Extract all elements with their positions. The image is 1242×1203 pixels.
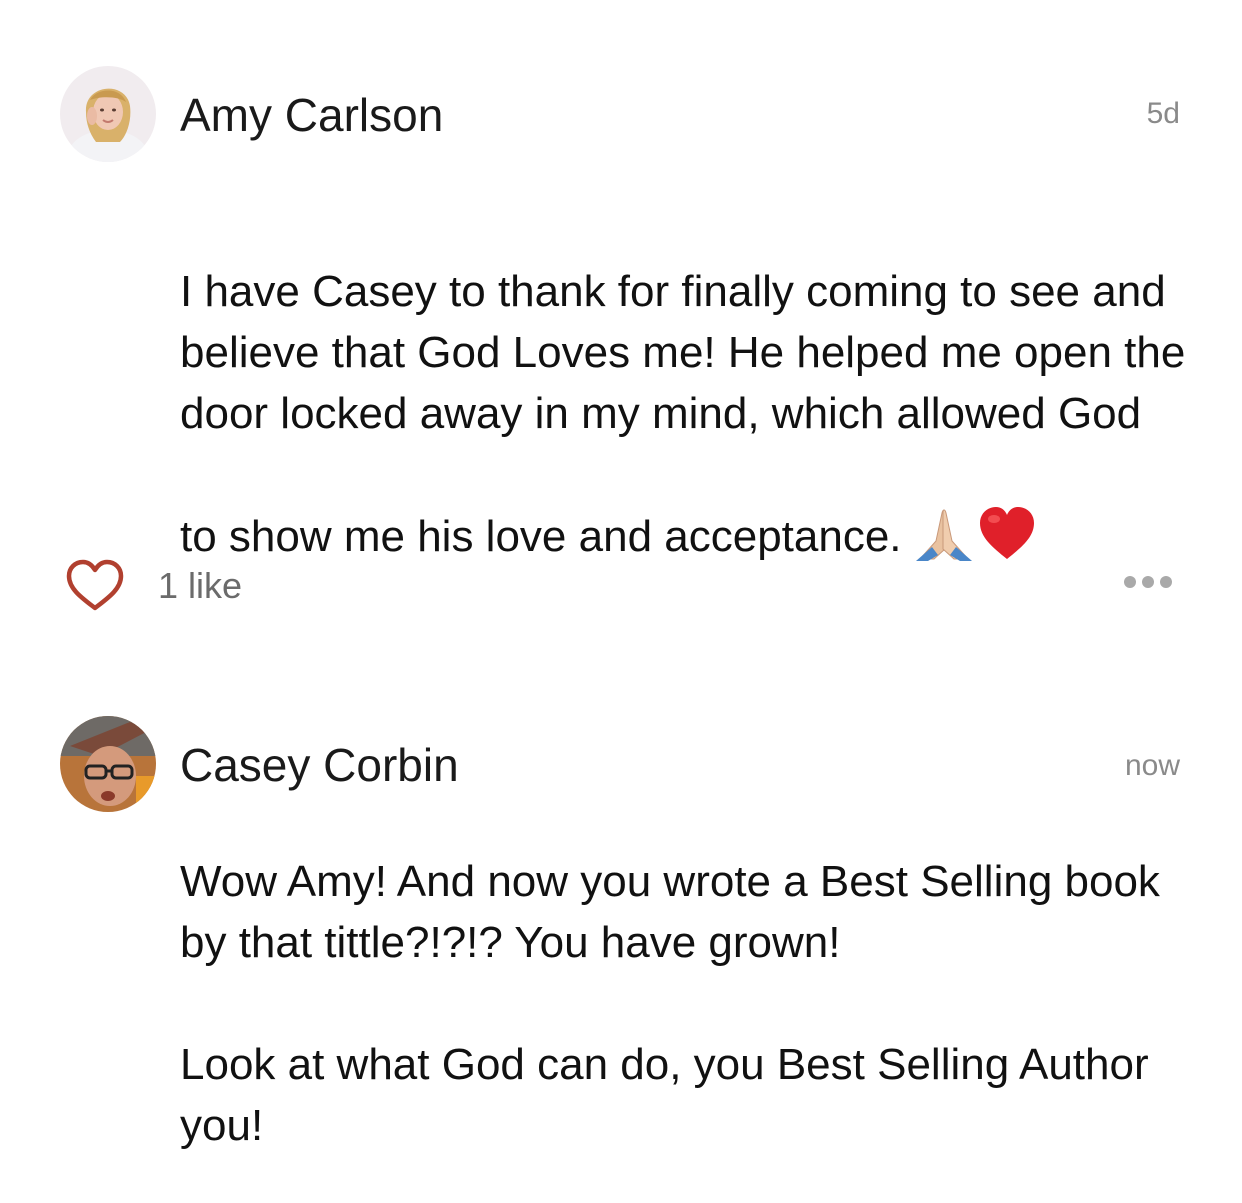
- heart-outline-icon: [66, 559, 124, 611]
- more-options-icon: [1124, 576, 1172, 588]
- comment-actions: 1 like: [0, 558, 1242, 618]
- user-avatar-photo-icon: [60, 716, 156, 812]
- user-avatar-photo-icon: [60, 66, 156, 162]
- comment-body: I have Casey to thank for finally coming…: [180, 200, 1190, 577]
- avatar[interactable]: [60, 716, 156, 812]
- comment-author[interactable]: Amy Carlson: [180, 88, 443, 142]
- more-options-button[interactable]: [1122, 572, 1174, 592]
- comment-timestamp: 5d: [1146, 97, 1180, 130]
- like-button[interactable]: [64, 558, 126, 614]
- avatar[interactable]: [60, 66, 156, 162]
- comment-body: Wow Amy! And now you wrote a Best Sellin…: [180, 857, 1160, 1150]
- like-count[interactable]: 1 like: [158, 564, 242, 608]
- comment-timestamp: now: [1124, 749, 1180, 782]
- comment-author[interactable]: Casey Corbin: [180, 738, 459, 792]
